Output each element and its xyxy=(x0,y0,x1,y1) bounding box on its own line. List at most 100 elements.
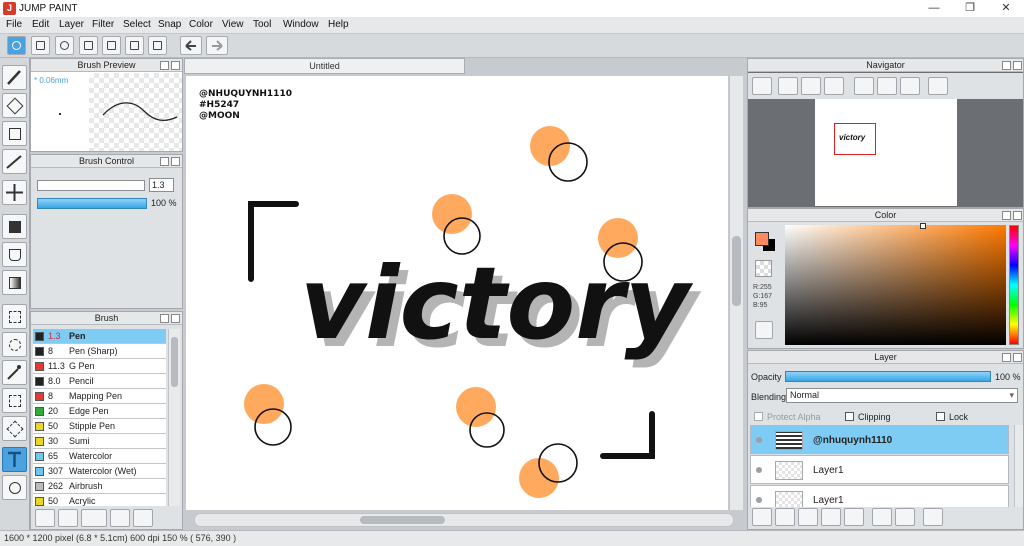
rotate-right-icon[interactable] xyxy=(900,77,920,95)
panel-float-icon[interactable] xyxy=(160,61,169,70)
brush-item[interactable]: 8 Mapping Pen xyxy=(33,389,166,404)
blending-select[interactable]: Normal ▾ xyxy=(786,388,1018,403)
menu-window[interactable]: Window xyxy=(283,19,319,30)
navigator-thumbnail[interactable]: victory xyxy=(815,99,957,206)
bucket-tool-button[interactable] xyxy=(2,242,27,267)
brush-item[interactable]: 8.0 Pencil xyxy=(33,374,166,389)
layer-folder-button[interactable] xyxy=(844,508,864,526)
hue-slider[interactable] xyxy=(1009,225,1019,345)
document-tab[interactable]: Untitled xyxy=(184,58,465,74)
speech-icon-button[interactable] xyxy=(79,36,98,55)
menu-help[interactable]: Help xyxy=(328,19,349,30)
panel-float-icon[interactable] xyxy=(160,314,169,323)
line-tool-button[interactable] xyxy=(2,149,27,174)
page-icon-button[interactable] xyxy=(102,36,121,55)
brush-item[interactable]: 8 Pen (Sharp) xyxy=(33,344,166,359)
new-layer-button[interactable] xyxy=(752,508,772,526)
rectangle-tool-button[interactable] xyxy=(2,121,27,146)
brush-list-scrollbar[interactable] xyxy=(168,329,180,506)
canvas-vertical-scrollbar[interactable] xyxy=(729,76,743,510)
zoom-out-icon[interactable] xyxy=(824,77,844,95)
palette-icon[interactable] xyxy=(755,321,773,339)
check-icon-button[interactable] xyxy=(7,36,26,55)
new-layer-3-button[interactable] xyxy=(798,508,818,526)
transparent-color-swatch[interactable] xyxy=(755,260,772,277)
main-color-swatch[interactable] xyxy=(755,232,769,246)
screentone-layer-button[interactable] xyxy=(821,508,841,526)
menu-tool[interactable]: Tool xyxy=(253,19,271,30)
panel-close-icon[interactable] xyxy=(1013,61,1022,70)
menu-edit[interactable]: Edit xyxy=(32,19,49,30)
flip-icon[interactable] xyxy=(928,77,948,95)
add-brush-button[interactable] xyxy=(35,509,55,527)
horizontal-scroll-thumb[interactable] xyxy=(360,516,445,524)
menu-layer[interactable]: Layer xyxy=(59,19,84,30)
list-icon-button[interactable] xyxy=(125,36,144,55)
menu-filter[interactable]: Filter xyxy=(92,19,114,30)
panel-float-icon[interactable] xyxy=(160,157,169,166)
saturation-value-picker[interactable] xyxy=(785,223,1006,345)
close-button[interactable]: ✕ xyxy=(988,0,1024,17)
menu-view[interactable]: View xyxy=(222,19,244,30)
panel-close-icon[interactable] xyxy=(171,157,180,166)
redo-button[interactable] xyxy=(206,36,228,55)
select-rect-tool-button[interactable] xyxy=(2,304,27,329)
layer-row[interactable]: Layer1 xyxy=(750,455,1009,484)
brush-menu-button[interactable] xyxy=(81,509,107,527)
grid-icon-button[interactable] xyxy=(148,36,167,55)
brush-item[interactable]: 50 Stipple Pen xyxy=(33,419,166,434)
brush-item[interactable]: 30 Sumi xyxy=(33,434,166,449)
brush-item[interactable]: 262 Airbrush xyxy=(33,479,166,494)
drawing-canvas[interactable]: @NHUQUYNH1110 #H5247 @MOON victory victo… xyxy=(186,76,728,510)
rotate-reset-icon[interactable] xyxy=(877,77,897,95)
select-eraser-tool-button[interactable] xyxy=(2,416,27,441)
menu-select[interactable]: Select xyxy=(123,19,151,30)
eraser-tool-button[interactable] xyxy=(2,93,27,118)
merge-layer-button[interactable] xyxy=(895,508,915,526)
panel-close-icon[interactable] xyxy=(171,314,180,323)
panel-float-icon[interactable] xyxy=(1002,353,1011,362)
eye-icon[interactable] xyxy=(756,437,762,443)
brush-item[interactable]: 307 Watercolor (Wet) xyxy=(33,464,166,479)
hand-tool-button[interactable] xyxy=(2,475,27,500)
eye-icon[interactable] xyxy=(756,497,762,503)
select-pen-tool-button[interactable] xyxy=(2,388,27,413)
menu-snap[interactable]: Snap xyxy=(158,19,181,30)
duplicate-layer-button[interactable] xyxy=(872,508,892,526)
brush-scroll-thumb[interactable] xyxy=(171,337,178,387)
panel-close-icon[interactable] xyxy=(1013,353,1022,362)
export-icon-button[interactable] xyxy=(31,36,50,55)
vertical-scroll-thumb[interactable] xyxy=(732,236,741,306)
magic-wand-tool-button[interactable] xyxy=(2,360,27,385)
brush-settings-button[interactable] xyxy=(110,509,130,527)
lock-checkbox[interactable] xyxy=(936,412,945,421)
comment-icon-button[interactable] xyxy=(55,36,74,55)
protect-alpha-checkbox[interactable] xyxy=(754,412,763,421)
layer-list-scrollbar[interactable] xyxy=(1014,425,1023,507)
rotate-left-icon[interactable] xyxy=(854,77,874,95)
zoom-fit-icon[interactable] xyxy=(752,77,772,95)
zoom-actual-icon[interactable] xyxy=(801,77,821,95)
brush-size-input[interactable]: 1.3 xyxy=(149,178,174,192)
new-brush-button[interactable] xyxy=(58,509,78,527)
menu-color[interactable]: Color xyxy=(189,19,213,30)
canvas-horizontal-scrollbar[interactable] xyxy=(194,513,734,527)
pen-tool-button[interactable] xyxy=(2,65,27,90)
move-tool-button[interactable] xyxy=(2,180,27,205)
new-layer-2-button[interactable] xyxy=(775,508,795,526)
undo-button[interactable] xyxy=(180,36,202,55)
lasso-tool-button[interactable] xyxy=(2,332,27,357)
brush-size-slider[interactable] xyxy=(37,180,145,191)
brush-item[interactable]: 65 Watercolor xyxy=(33,449,166,464)
panel-float-icon[interactable] xyxy=(1002,61,1011,70)
gradient-tool-button[interactable] xyxy=(2,270,27,295)
delete-layer-button[interactable] xyxy=(923,508,943,526)
brush-item[interactable]: 50 Acrylic xyxy=(33,494,166,506)
minimize-button[interactable]: — xyxy=(916,0,952,17)
panel-float-icon[interactable] xyxy=(1002,211,1011,220)
brush-folder-button[interactable] xyxy=(133,509,153,527)
brush-item[interactable]: 11.3 G Pen xyxy=(33,359,166,374)
panel-close-icon[interactable] xyxy=(171,61,180,70)
navigator-viewport-frame[interactable]: victory xyxy=(834,123,876,155)
brush-item[interactable]: 1.3 Pen xyxy=(33,329,166,344)
